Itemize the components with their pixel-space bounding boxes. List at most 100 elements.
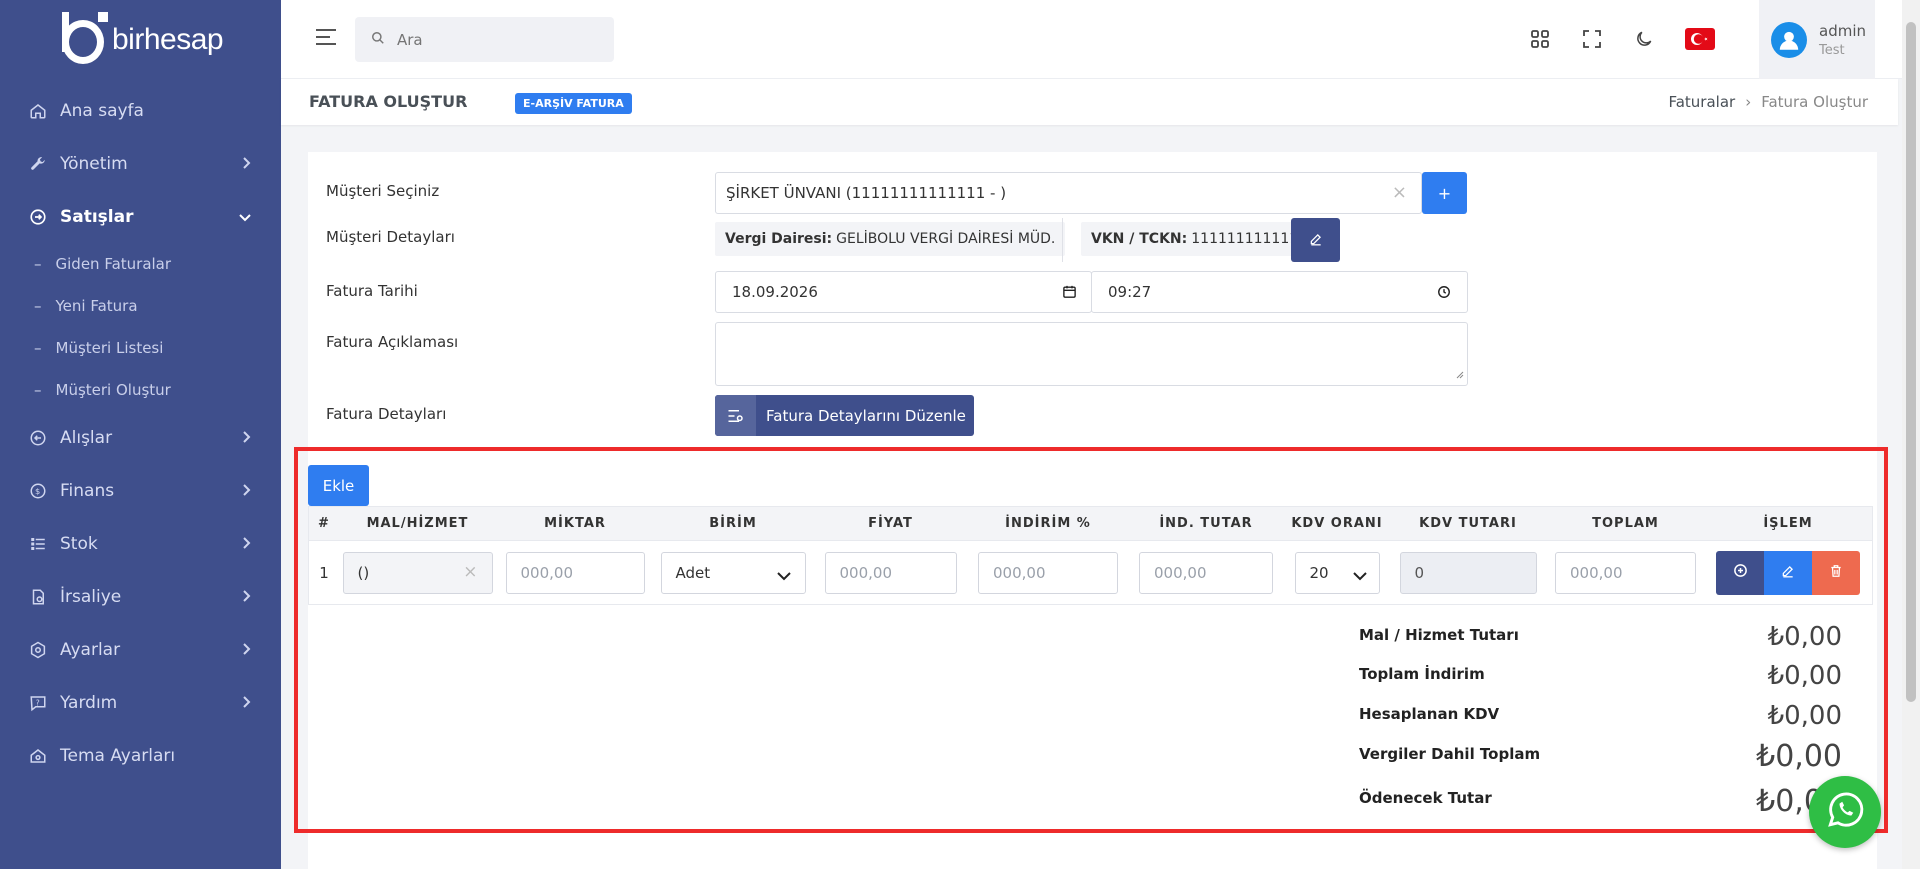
sidebar-subitem-giden-faturalar[interactable]: – Giden Faturalar	[0, 243, 281, 285]
customer-select-label: Müşteri Seçiniz	[326, 182, 440, 200]
col-header: MAL/HİZMET	[366, 516, 469, 531]
add-customer-button[interactable]: +	[1422, 172, 1467, 214]
apps-grid-icon[interactable]	[1527, 26, 1553, 52]
sidebar-subitem-musteri-listesi[interactable]: – Müşteri Listesi	[0, 327, 281, 369]
scrollbar-thumb[interactable]	[1906, 22, 1916, 702]
sidebar-item-label: Satışlar	[60, 206, 134, 227]
page-scrollbar[interactable]	[1902, 0, 1920, 869]
col-header: MİKTAR	[544, 516, 606, 531]
purchases-icon	[28, 428, 48, 448]
hamburger-menu-icon[interactable]	[315, 28, 337, 50]
user-menu[interactable]: admin Test	[1759, 0, 1875, 79]
vkn-chip: VKN / TCKN: 11111111111111	[1081, 222, 1326, 256]
finance-icon: $	[28, 481, 48, 501]
avatar	[1771, 21, 1807, 58]
discount-amount-input[interactable]: 000,00	[1139, 551, 1273, 594]
sidebar-item-ayarlar[interactable]: Ayarlar	[0, 623, 281, 676]
calendar-icon[interactable]	[1062, 284, 1077, 303]
search-icon	[371, 30, 385, 49]
product-select[interactable]: () ×	[342, 551, 493, 594]
dark-mode-moon-icon[interactable]	[1631, 26, 1657, 52]
total-value: ₺0,00	[1767, 661, 1842, 691]
stock-icon	[28, 534, 48, 554]
total-label: Ödenecek Tutar	[1359, 789, 1492, 807]
table-header: # MAL/HİZMET MİKTAR BİRİM FİYAT İNDİRİM …	[308, 506, 1873, 541]
chevron-right-icon	[241, 154, 251, 174]
edit-line-button[interactable]	[1764, 550, 1812, 595]
chevron-down-icon	[776, 567, 791, 585]
resize-handle-icon[interactable]	[1456, 365, 1464, 383]
clock-icon[interactable]	[1437, 285, 1451, 303]
sidebar-item-tema-ayarlari[interactable]: Tema Ayarları	[0, 729, 281, 782]
clear-x-icon[interactable]: ×	[463, 562, 477, 582]
breadcrumb-separator-icon: ›	[1745, 93, 1752, 111]
fullscreen-icon[interactable]	[1579, 26, 1605, 52]
turkey-flag-icon[interactable]	[1685, 28, 1715, 50]
pencil-icon	[1309, 231, 1323, 250]
add-row-button[interactable]: Ekle	[308, 465, 369, 506]
quantity-input[interactable]: 000,00	[505, 551, 645, 594]
breadcrumb: Faturalar › Fatura Oluştur	[1668, 93, 1868, 111]
chevron-right-icon	[241, 693, 251, 713]
chevron-right-icon	[241, 587, 251, 607]
sidebar-item-yardim[interactable]: ? Yardım	[0, 676, 281, 729]
invoice-time-input[interactable]: 09:27	[1091, 271, 1468, 313]
breadcrumb-link-faturalar[interactable]: Faturalar	[1668, 93, 1735, 111]
chevron-down-icon	[239, 207, 251, 227]
add-line-button[interactable]	[1716, 550, 1764, 595]
pencil-icon	[1781, 564, 1795, 582]
edit-invoice-details-button[interactable]: Fatura Detaylarını Düzenle	[715, 395, 974, 436]
logo-mark-icon	[60, 12, 108, 68]
invoice-description-textarea[interactable]	[715, 322, 1468, 386]
svg-text:?: ?	[36, 698, 40, 707]
edit-customer-button[interactable]	[1291, 218, 1340, 262]
search-input[interactable]	[397, 30, 597, 49]
user-role: Test	[1819, 42, 1845, 58]
sidebar-item-irsaliye[interactable]: İrsaliye	[0, 570, 281, 623]
sidebar-item-alislar[interactable]: Alışlar	[0, 411, 281, 464]
table-row: 1 () × 000,00 Adet 000,00 000,00 000,00 …	[308, 541, 1873, 605]
sales-icon	[28, 207, 48, 227]
search-box	[355, 17, 614, 62]
home-icon	[28, 101, 48, 121]
delete-line-button[interactable]	[1812, 550, 1860, 595]
total-label: Hesaplanan KDV	[1359, 705, 1500, 723]
invoice-time-value: 09:27	[1108, 283, 1152, 301]
logo[interactable]: birhesap	[60, 12, 224, 68]
sidebar-item-label: Finans	[60, 480, 115, 501]
sidebar-item-satislar[interactable]: Satışlar	[0, 190, 281, 243]
sidebar-subitem-musteri-olustur[interactable]: – Müşteri Oluştur	[0, 369, 281, 411]
sidebar-item-label: İrsaliye	[60, 586, 122, 607]
invoice-date-value: 18.09.2026	[732, 283, 818, 301]
price-input[interactable]: 000,00	[824, 551, 957, 594]
sidebar-item-stok[interactable]: Stok	[0, 517, 281, 570]
invoice-details-label: Fatura Detayları	[326, 405, 447, 423]
invoice-date-input[interactable]: 18.09.2026	[715, 271, 1092, 313]
waybill-icon	[28, 587, 48, 607]
sidebar-item-finans[interactable]: $ Finans	[0, 464, 281, 517]
app-root: birhesap Ana sayfa Yönetim Satışlar – Gid…	[0, 0, 1920, 869]
vkn-key: VKN / TCKN:	[1091, 231, 1188, 247]
vat-rate-select[interactable]: 20	[1294, 551, 1380, 594]
wrench-icon	[28, 154, 48, 174]
clear-x-icon[interactable]: ×	[1392, 182, 1407, 203]
settings-icon	[28, 640, 48, 660]
col-header: FİYAT	[868, 516, 913, 531]
topbar: admin Test	[281, 0, 1920, 79]
discount-percent-input[interactable]: 000,00	[978, 551, 1118, 594]
unit-select[interactable]: Adet	[660, 551, 806, 594]
vat-amount-field: 0	[1399, 551, 1537, 594]
sidebar-item-yonetim[interactable]: Yönetim	[0, 137, 281, 190]
sidebar-item-ana-sayfa[interactable]: Ana sayfa	[0, 84, 281, 137]
sidebar-subitem-yeni-fatura[interactable]: – Yeni Fatura	[0, 285, 281, 327]
customer-select[interactable]: ŞİRKET ÜNVANI (11111111111111 - ) ×	[715, 172, 1422, 214]
sidebar: birhesap Ana sayfa Yönetim Satışlar – Gid…	[0, 0, 281, 869]
total-input[interactable]: 000,00	[1555, 551, 1696, 594]
col-header: KDV TUTARI	[1419, 516, 1517, 531]
whatsapp-button[interactable]	[1809, 776, 1881, 848]
total-label: Mal / Hizmet Tutarı	[1359, 626, 1519, 644]
theme-icon	[28, 746, 48, 766]
whatsapp-icon	[1823, 788, 1867, 836]
settings-sliders-icon	[715, 395, 756, 436]
vat-rate-value: 20	[1309, 563, 1329, 582]
